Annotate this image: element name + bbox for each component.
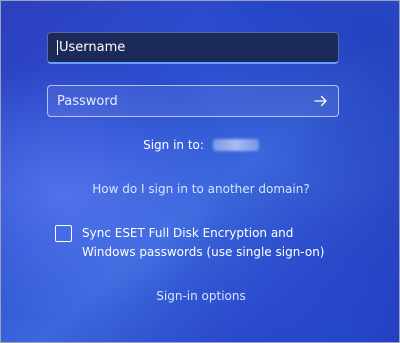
username-field[interactable]: Username [47,32,339,64]
sign-in-options-link[interactable]: Sign-in options [1,289,399,303]
sync-option: Sync ESET Full Disk Encryption and Windo… [55,224,352,262]
login-panel: Username Password Sign in to: How do I s… [0,0,400,343]
sync-label-line1: Sync ESET Full Disk Encryption and [82,226,294,240]
password-field[interactable]: Password [47,85,339,117]
sign-in-to-label: Sign in to: [143,138,204,152]
sync-label-line2: Windows passwords (use single sign-on) [82,245,325,259]
redacted-domain [212,139,259,151]
submit-button[interactable] [306,87,336,115]
sync-label: Sync ESET Full Disk Encryption and Windo… [82,224,352,262]
username-placeholder: Username [59,40,126,55]
password-placeholder: Password [57,93,118,109]
sign-in-to-row: Sign in to: [1,138,399,152]
sync-checkbox[interactable] [55,225,72,242]
other-domain-link[interactable]: How do I sign in to another domain? [1,182,399,196]
arrow-right-icon [314,95,327,107]
